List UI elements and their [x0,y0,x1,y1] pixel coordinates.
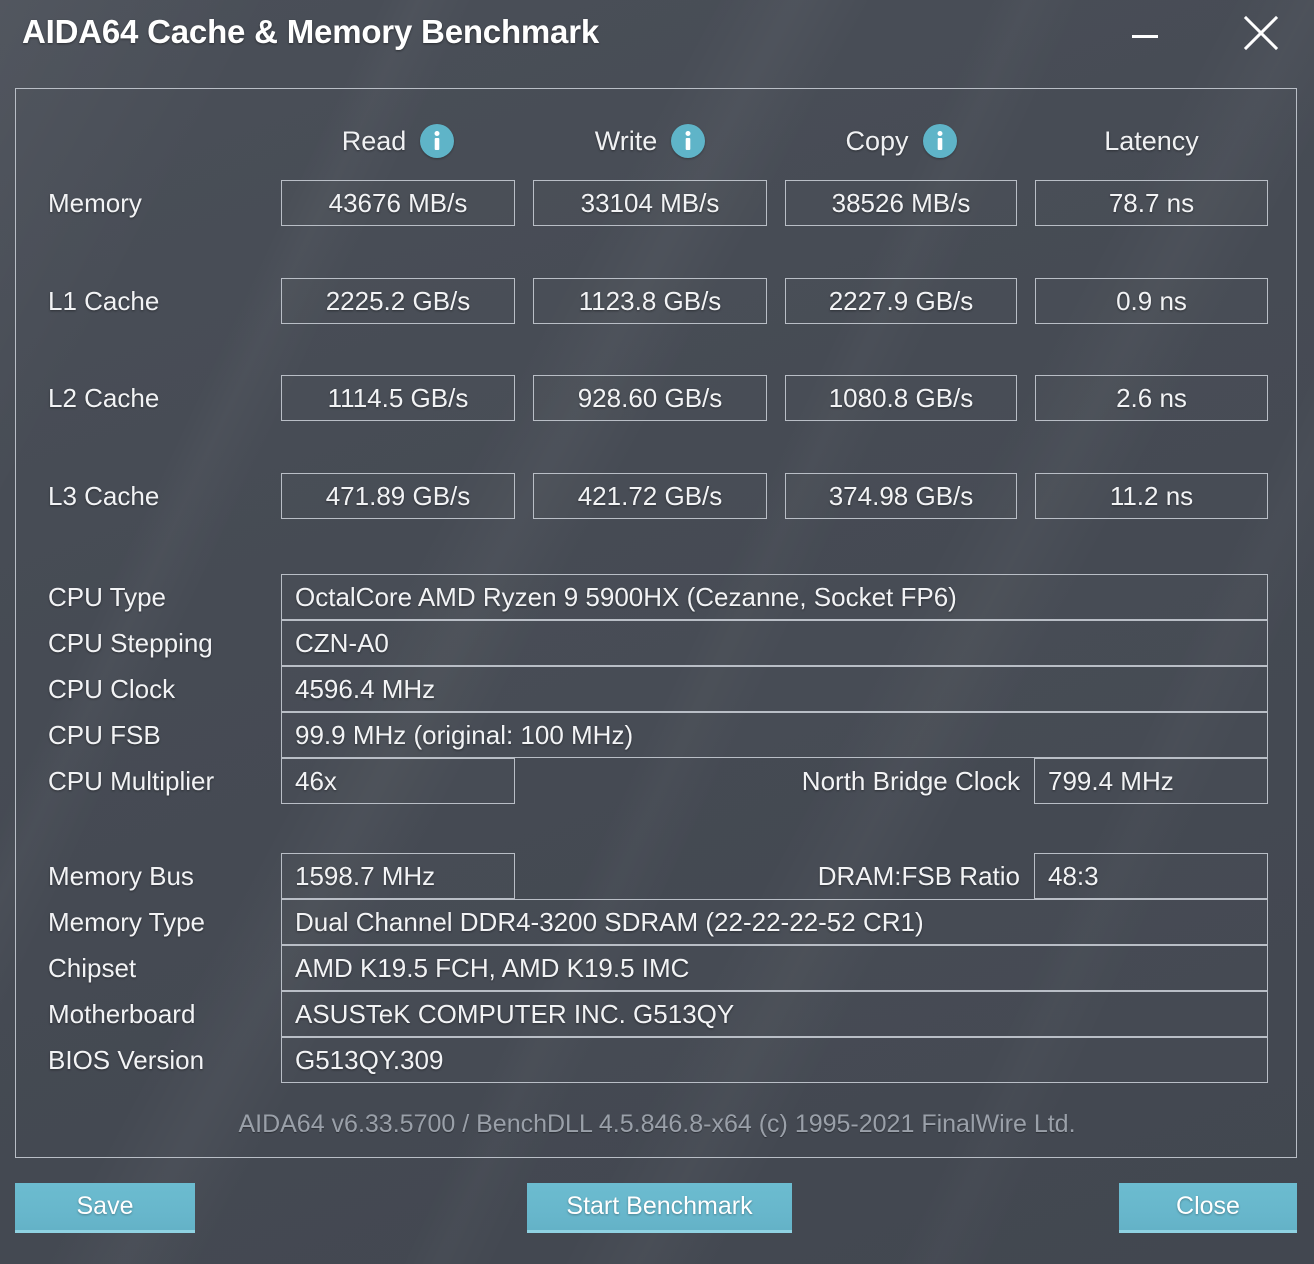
credit-text: AIDA64 v6.33.5700 / BenchDLL 4.5.846.8-x… [238,1110,1076,1138]
value-chipset: AMD K19.5 FCH, AMD K19.5 IMC [295,952,690,983]
label-cpu-multiplier: CPU Multiplier [48,766,215,796]
label-memory-type: Memory Type [48,907,206,937]
bench-l2-copy: 1080.8 GB/s [785,375,1017,421]
read-info-icon[interactable] [420,124,455,158]
bench-l1-read-value: 2225.2 GB/s [325,285,471,316]
field-cpu-stepping: CZN-A0 [281,620,1268,666]
start-benchmark-button[interactable]: Start Benchmark [527,1183,792,1233]
value-dram-fsb-ratio: 48:3 [1048,860,1099,891]
bench-l3-copy-value: 374.98 GB/s [828,480,974,511]
close-button[interactable]: Close [1119,1183,1297,1233]
bench-l1-copy: 2227.9 GB/s [785,278,1017,324]
value-memory-type: Dual Channel DDR4-3200 SDRAM (22-22-22-5… [295,906,924,937]
label-bios-version: BIOS Version [48,1045,205,1075]
bench-memory-latency-value: 78.7 ns [1108,187,1195,218]
value-cpu-multiplier: 46x [295,765,337,796]
field-north-bridge-clock: 799.4 MHz [1034,758,1268,804]
bench-row-label-memory: Memory [48,188,142,218]
field-memory-type: Dual Channel DDR4-3200 SDRAM (22-22-22-5… [281,899,1268,945]
label-cpu-stepping: CPU Stepping [48,628,213,658]
bench-l2-latency-value: 2.6 ns [1116,382,1187,413]
bench-l2-copy-value: 1080.8 GB/s [828,382,974,413]
title-bar: AIDA64 Cache & Memory Benchmark [0,0,1314,70]
minimize-button[interactable] [1118,8,1172,58]
value-cpu-fsb: 99.9 MHz (original: 100 MHz) [295,719,634,750]
value-bios-version: G513QY.309 [295,1044,444,1075]
column-header-write-label: Write [594,125,658,156]
bench-l3-read: 471.89 GB/s [281,473,515,519]
bench-l3-write: 421.72 GB/s [533,473,767,519]
bench-row-label-l2-cache: L2 Cache [48,383,160,413]
save-button[interactable]: Save [15,1183,195,1233]
bench-l1-copy-value: 2227.9 GB/s [828,285,974,316]
field-cpu-fsb: 99.9 MHz (original: 100 MHz) [281,712,1268,758]
label-cpu-type: CPU Type [48,582,167,612]
field-cpu-type: OctalCore AMD Ryzen 9 5900HX (Cezanne, S… [281,574,1268,620]
bench-l1-write: 1123.8 GB/s [533,278,767,324]
label-cpu-fsb: CPU FSB [48,720,161,750]
value-memory-bus: 1598.7 MHz [295,860,436,891]
value-cpu-stepping: CZN-A0 [295,627,389,658]
field-cpu-clock: 4596.4 MHz [281,666,1268,712]
field-cpu-multiplier: 46x [281,758,515,804]
label-dram-fsb-ratio: DRAM:FSB Ratio [817,861,1020,891]
column-header-latency-label: Latency [1104,125,1199,156]
column-header-read: Read [281,119,515,163]
column-header-copy: Copy [785,119,1017,163]
column-header-latency: Latency [1035,119,1268,163]
field-dram-fsb-ratio: 48:3 [1034,853,1268,899]
field-motherboard: ASUSTeK COMPUTER INC. G513QY [281,991,1268,1037]
close-window-button[interactable] [1234,8,1288,58]
bench-l2-read: 1114.5 GB/s [281,375,515,421]
bench-l2-write-value: 928.60 GB/s [577,382,723,413]
label-memory-bus: Memory Bus [48,861,194,891]
aida64-benchmark-window: AIDA64 Cache & Memory Benchmark Read Wri… [0,0,1314,1264]
bench-l2-read-value: 1114.5 GB/s [327,382,469,413]
value-north-bridge-clock: 799.4 MHz [1048,765,1174,796]
value-motherboard: ASUSTeK COMPUTER INC. G513QY [295,998,735,1029]
label-motherboard: Motherboard [48,999,196,1029]
value-cpu-type: OctalCore AMD Ryzen 9 5900HX (Cezanne, S… [295,581,957,612]
bench-l3-copy: 374.98 GB/s [785,473,1017,519]
bench-l1-read: 2225.2 GB/s [281,278,515,324]
bench-memory-read-value: 43676 MB/s [328,187,468,218]
bench-memory-latency: 78.7 ns [1035,180,1268,226]
bench-l3-latency: 11.2 ns [1035,473,1268,519]
bench-memory-read: 43676 MB/s [281,180,515,226]
copy-info-icon[interactable] [922,124,957,158]
bench-memory-copy-value: 38526 MB/s [831,187,971,218]
bench-memory-write: 33104 MB/s [533,180,767,226]
field-memory-bus: 1598.7 MHz [281,853,515,899]
label-chipset: Chipset [48,953,137,983]
bench-l3-read-value: 471.89 GB/s [325,480,471,511]
column-header-copy-label: Copy [845,125,909,156]
bench-l3-latency-value: 11.2 ns [1109,480,1194,511]
label-north-bridge-clock: North Bridge Clock [801,766,1020,796]
window-title: AIDA64 Cache & Memory Benchmark [22,13,600,50]
field-chipset: AMD K19.5 FCH, AMD K19.5 IMC [281,945,1268,991]
bench-memory-copy: 38526 MB/s [785,180,1017,226]
bench-l1-write-value: 1123.8 GB/s [578,285,722,316]
bench-memory-write-value: 33104 MB/s [580,187,720,218]
bench-row-label-l3-cache: L3 Cache [48,481,160,511]
column-header-write: Write [533,119,767,163]
bench-l2-write: 928.60 GB/s [533,375,767,421]
bench-l1-latency-value: 0.9 ns [1116,285,1187,316]
write-info-icon[interactable] [671,124,706,158]
field-bios-version: G513QY.309 [281,1037,1268,1083]
bench-l3-write-value: 421.72 GB/s [577,480,723,511]
bench-l2-latency: 2.6 ns [1035,375,1268,421]
column-header-read-label: Read [341,125,407,156]
bench-row-label-l1-cache: L1 Cache [48,286,160,316]
bench-l1-latency: 0.9 ns [1035,278,1268,324]
value-cpu-clock: 4596.4 MHz [295,673,436,704]
label-cpu-clock: CPU Clock [48,674,176,704]
